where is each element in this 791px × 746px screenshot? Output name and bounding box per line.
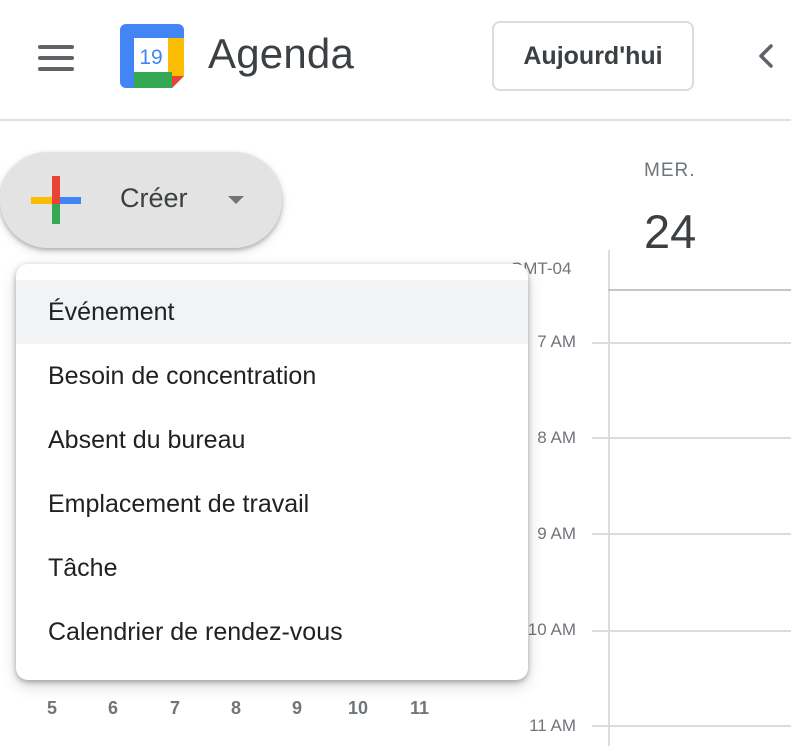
day-name: MER. [644, 160, 696, 181]
create-label: Créer [120, 183, 188, 213]
caret-down-icon[interactable] [226, 192, 246, 206]
hamburger-menu-icon[interactable] [38, 45, 74, 71]
chevron-left-icon[interactable] [748, 38, 784, 74]
mini-calendar-day[interactable]: 9 [292, 698, 302, 719]
hour-line [592, 630, 791, 632]
day-number[interactable]: 24 [644, 204, 696, 259]
menu-item-working-location[interactable]: Emplacement de travail [16, 472, 528, 536]
time-label: 11 AM [529, 716, 576, 735]
app-title: Agenda [208, 30, 355, 77]
day-column-divider [608, 250, 610, 746]
create-menu: Événement Besoin de concentration Absent… [16, 264, 528, 680]
mini-calendar-day[interactable]: 11 [410, 698, 429, 719]
hour-line [592, 342, 791, 344]
today-button[interactable]: Aujourd'hui [492, 21, 694, 91]
menu-item-event[interactable]: Événement [16, 280, 528, 344]
hour-line [592, 533, 791, 535]
hour-line [592, 437, 791, 439]
menu-item-appointment-schedule[interactable]: Calendrier de rendez-vous [16, 600, 528, 664]
hour-line [592, 725, 791, 727]
mini-calendar-day[interactable]: 8 [231, 698, 241, 719]
mini-calendar-day[interactable]: 6 [108, 698, 118, 719]
mini-calendar-day[interactable]: 7 [170, 698, 180, 719]
menu-item-focus-time[interactable]: Besoin de concentration [16, 344, 528, 408]
mini-calendar-day[interactable]: 5 [47, 698, 57, 719]
plus-icon [31, 176, 81, 224]
logo-date: 19 [139, 46, 162, 69]
top-app-bar: 19 Agenda Aujourd'hui [0, 0, 791, 121]
all-day-divider [608, 289, 791, 291]
calendar-logo-icon[interactable]: 19 [120, 24, 184, 88]
mini-calendar-day[interactable]: 10 [348, 698, 368, 719]
menu-item-task[interactable]: Tâche [16, 536, 528, 600]
menu-item-out-of-office[interactable]: Absent du bureau [16, 408, 528, 472]
